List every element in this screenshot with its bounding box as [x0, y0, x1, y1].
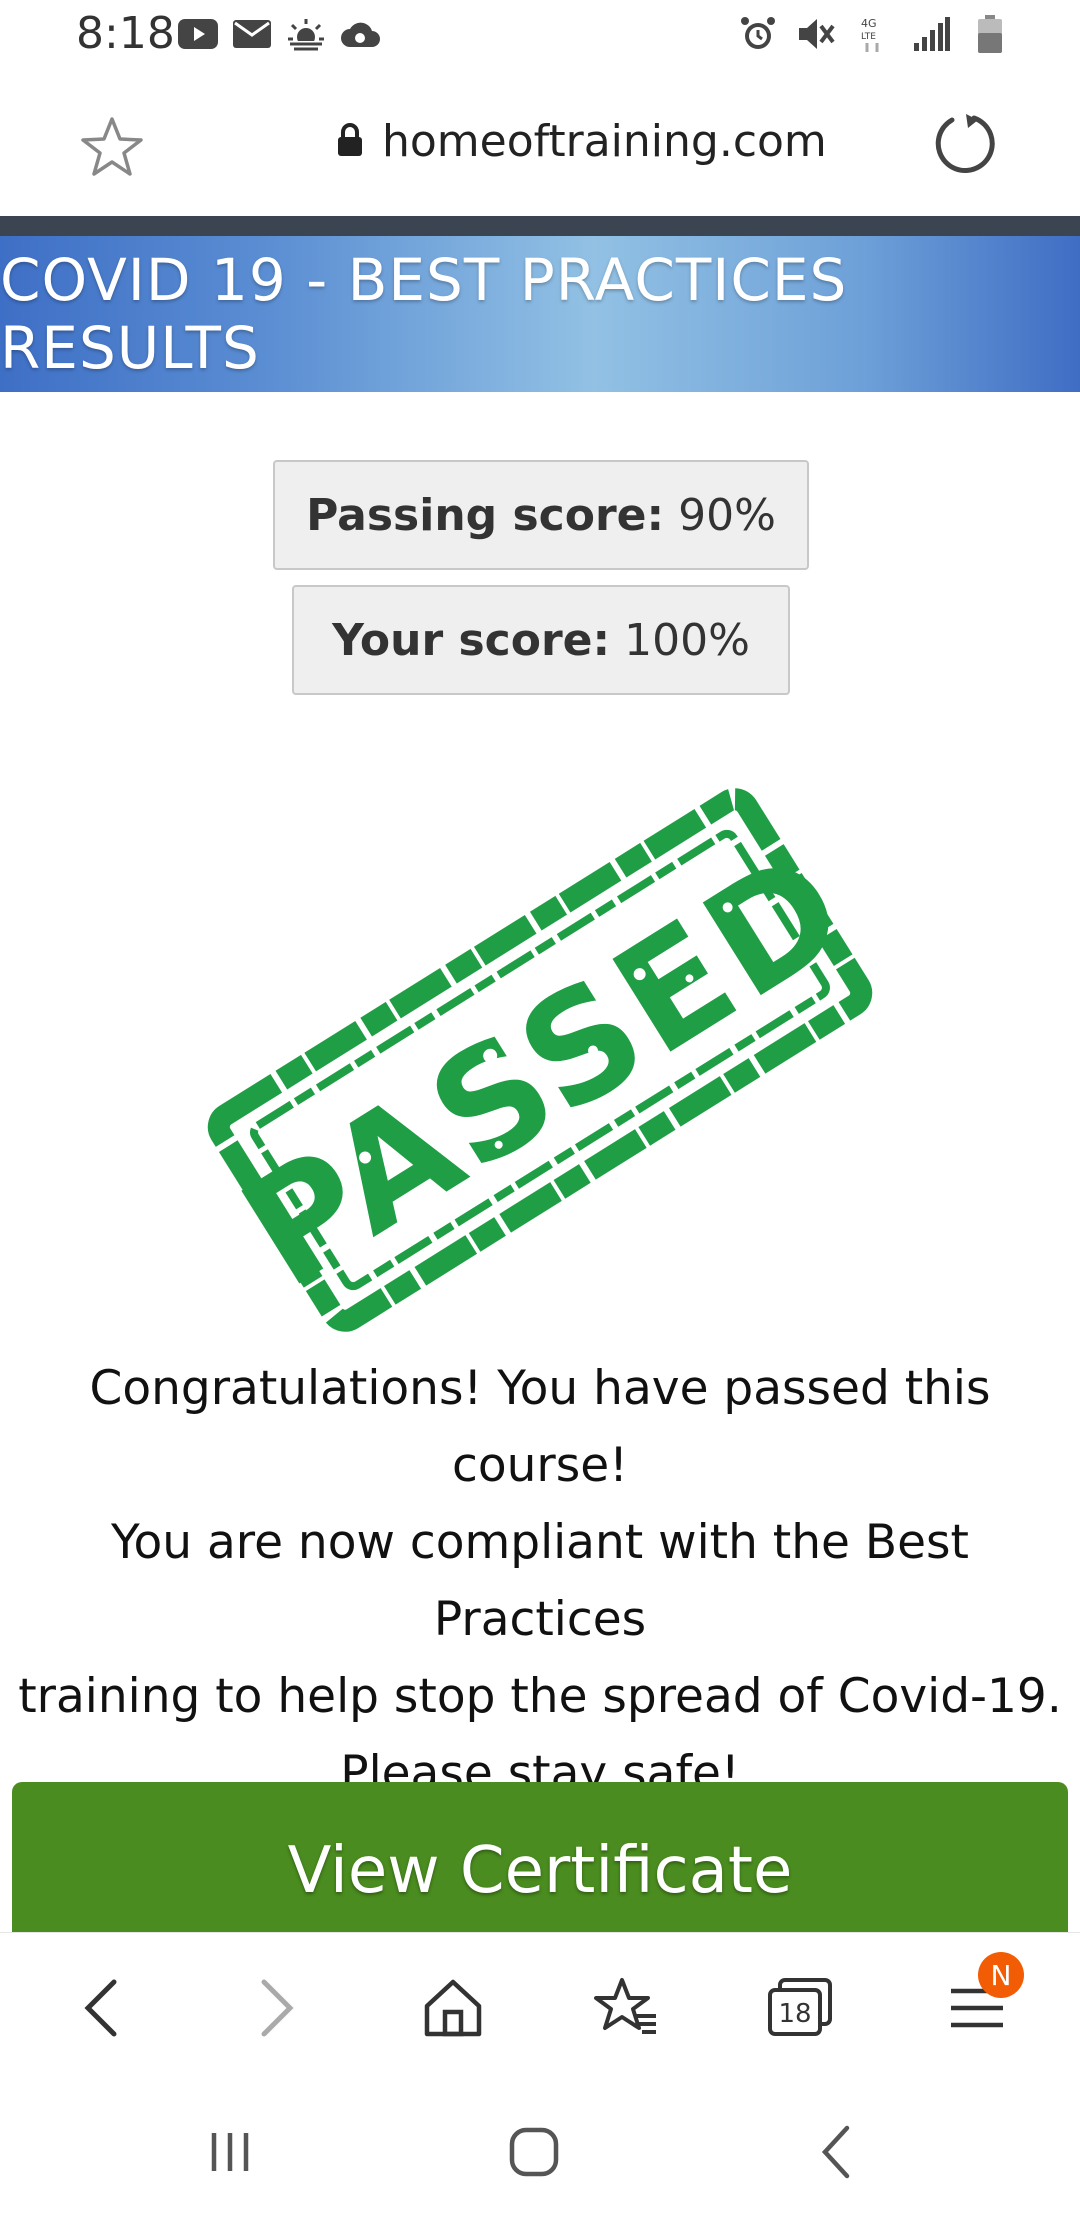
- passed-stamp: PASSED: [170, 770, 910, 1350]
- stamp-text: PASSED: [215, 817, 878, 1321]
- forward-button[interactable]: [232, 1963, 322, 2053]
- message-line: Congratulations! You have passed this co…: [89, 1361, 991, 1493]
- tabs-icon: 18: [768, 1978, 832, 2036]
- cloud-icon: [340, 14, 380, 54]
- home-button[interactable]: [408, 1963, 498, 2053]
- page-top-strip: [0, 216, 1080, 236]
- chevron-right-icon: [261, 1979, 294, 2037]
- svg-text:4G: 4G: [861, 17, 877, 30]
- system-back-button[interactable]: [798, 2112, 878, 2192]
- url-field[interactable]: homeoftraining.com: [336, 116, 827, 167]
- your-score-value: 100%: [624, 614, 750, 666]
- results-banner: COVID 19 - BEST PRACTICES RESULTS: [0, 236, 1080, 392]
- recent-apps-button[interactable]: [190, 2112, 270, 2192]
- your-score-box: Your score: 100%: [292, 585, 790, 695]
- signal-icon: [912, 14, 952, 54]
- browser-toolbar: 18: [0, 1932, 1080, 2073]
- status-bar: 8:18 4G LTE: [0, 0, 1080, 70]
- message-line: You are now compliant with the Best Prac…: [111, 1515, 969, 1647]
- svg-text:LTE: LTE: [861, 32, 876, 42]
- mute-icon: [796, 14, 836, 54]
- recent-apps-icon: [211, 2133, 249, 2171]
- system-home-button[interactable]: [494, 2112, 574, 2192]
- chevron-left-icon: [84, 1979, 117, 2037]
- system-navigation-bar: [0, 2072, 1080, 2220]
- passing-score-label: Passing score:: [306, 489, 665, 541]
- view-certificate-button[interactable]: View Certificate: [12, 1782, 1068, 1932]
- back-button[interactable]: [56, 1963, 146, 2053]
- weather-icon: [286, 14, 326, 54]
- home-icon: [424, 1979, 482, 2037]
- tabs-button[interactable]: 18: [756, 1963, 846, 2053]
- status-left-icons: [178, 14, 380, 54]
- reload-icon[interactable]: [930, 108, 1002, 180]
- menu-notification-badge: N: [978, 1952, 1024, 1998]
- bookmarks-list-icon: [594, 1978, 656, 2034]
- view-certificate-label: View Certificate: [287, 1834, 793, 1908]
- status-time: 8:18: [76, 8, 175, 59]
- lte-icon: 4G LTE: [854, 14, 894, 54]
- youtube-icon: [178, 14, 218, 54]
- page-title: COVID 19 - BEST PRACTICES RESULTS: [0, 246, 848, 382]
- url-text: homeoftraining.com: [382, 116, 827, 167]
- alarm-icon: [738, 14, 778, 54]
- battery-icon: [970, 14, 1010, 54]
- your-score-label: Your score:: [332, 614, 611, 666]
- passing-score-value: 90%: [678, 489, 776, 541]
- tabs-count: 18: [778, 1999, 811, 2029]
- congratulations-message: Congratulations! You have passed this co…: [14, 1350, 1066, 1812]
- status-right-icons: 4G LTE: [738, 14, 1010, 54]
- back-chevron-icon: [821, 2125, 850, 2179]
- message-line: training to help stop the spread of Covi…: [18, 1669, 1062, 1724]
- bookmarks-button[interactable]: [582, 1963, 672, 2053]
- url-bar: homeoftraining.com: [0, 70, 1080, 216]
- mail-icon: [232, 14, 272, 54]
- lock-icon: [336, 122, 364, 161]
- bookmark-star-icon[interactable]: [80, 115, 144, 179]
- passing-score-box: Passing score: 90%: [273, 460, 809, 570]
- home-square-icon: [509, 2127, 559, 2177]
